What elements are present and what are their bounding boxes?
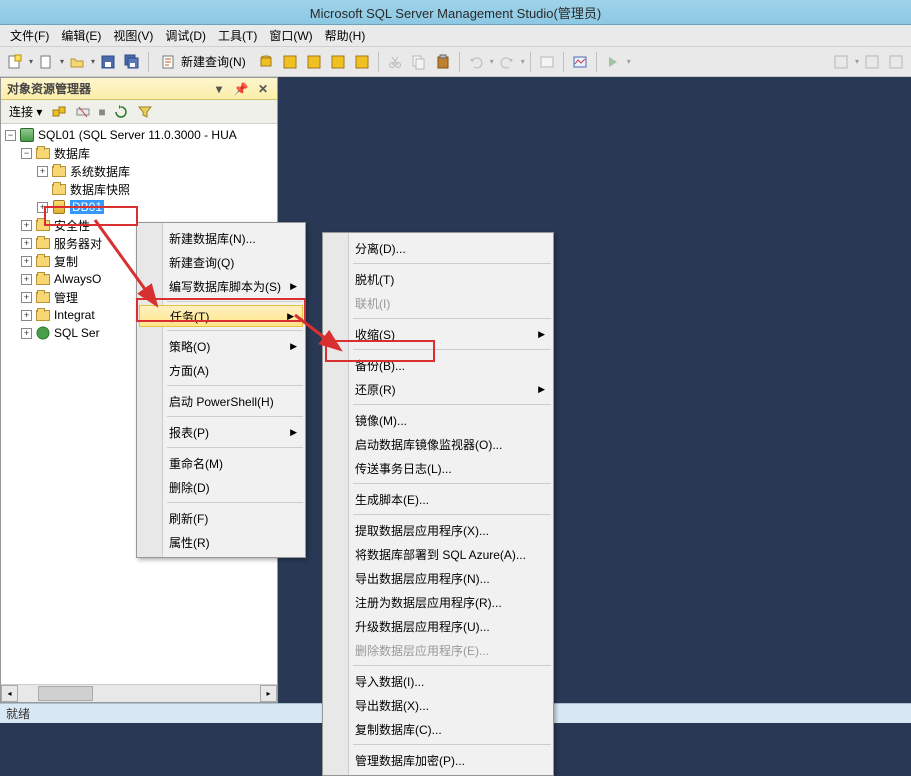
toolbar-find-icon[interactable]	[536, 51, 558, 73]
menu-tools[interactable]: 工具(T)	[212, 27, 263, 44]
toolbar-right-1-icon[interactable]	[830, 51, 852, 73]
menu-debug[interactable]: 调试(D)	[159, 27, 212, 44]
ctx-script-db-as[interactable]: 编写数据库脚本为(S)▶	[137, 274, 305, 298]
tree-sysdb-node[interactable]: +系统数据库	[1, 162, 277, 180]
menu-file[interactable]: 文件(F)	[4, 27, 55, 44]
menu-help[interactable]: 帮助(H)	[319, 27, 372, 44]
ctx-deploy-azure[interactable]: 将数据库部署到 SQL Azure(A)...	[323, 542, 553, 566]
scroll-left-icon[interactable]: ◂	[1, 685, 18, 702]
ctx-properties[interactable]: 属性(R)	[137, 530, 305, 554]
ctx-policies[interactable]: 策略(O)▶	[137, 334, 305, 358]
ctx-powershell[interactable]: 启动 PowerShell(H)	[137, 389, 305, 413]
object-explorer-title: 对象资源管理器	[7, 80, 91, 97]
ctx-mirror[interactable]: 镜像(M)...	[323, 408, 553, 432]
toolbar-start-debug-icon[interactable]	[602, 51, 624, 73]
scroll-right-icon[interactable]: ▸	[260, 685, 277, 702]
ctx-online: 联机(I)	[323, 291, 553, 315]
ctx-new-query[interactable]: 新建查询(Q)	[137, 250, 305, 274]
menu-window[interactable]: 窗口(W)	[263, 27, 318, 44]
toolbar-analysis-query-icon[interactable]	[279, 51, 301, 73]
toolbar-db-engine-query-icon[interactable]	[255, 51, 277, 73]
menu-bar: 文件(F) 编辑(E) 视图(V) 调试(D) 工具(T) 窗口(W) 帮助(H…	[0, 25, 911, 47]
tree-db01-node[interactable]: +DB01	[1, 198, 277, 216]
ctx-mirror-monitor[interactable]: 启动数据库镜像监视器(O)...	[323, 432, 553, 456]
panel-dropdown-icon[interactable]: ▾	[211, 81, 227, 97]
toolbar-xmla-query-icon[interactable]	[351, 51, 373, 73]
object-explorer-toolbar: 连接 ▾ ■	[1, 100, 277, 124]
ctx-rename[interactable]: 重命名(M)	[137, 451, 305, 475]
ctx-offline[interactable]: 脱机(T)	[323, 267, 553, 291]
toolbar-new-query-label: 新建查询(N)	[181, 53, 246, 70]
ctx-export-data[interactable]: 导出数据(X)...	[323, 693, 553, 717]
toolbar-copy-icon[interactable]	[408, 51, 430, 73]
context-menu-tasks: 分离(D)... 脱机(T) 联机(I) 收缩(S)▶ 备份(B)... 还原(…	[322, 232, 554, 776]
toolbar-save-all-icon[interactable]	[121, 51, 143, 73]
toolbar-activity-monitor-icon[interactable]	[569, 51, 591, 73]
title-bar: Microsoft SQL Server Management Studio(管…	[0, 0, 911, 25]
panel-close-icon[interactable]: ✕	[255, 81, 271, 97]
ctx-upgrade-dta[interactable]: 升级数据层应用程序(U)...	[323, 614, 553, 638]
ctx-export-dta[interactable]: 导出数据层应用程序(N)...	[323, 566, 553, 590]
ctx-ship-logs[interactable]: 传送事务日志(L)...	[323, 456, 553, 480]
connect-icon[interactable]	[48, 101, 70, 123]
tree-snapshots-node[interactable]: 数据库快照	[1, 180, 277, 198]
ctx-reports[interactable]: 报表(P)▶	[137, 420, 305, 444]
refresh-icon[interactable]	[110, 101, 132, 123]
ctx-copy-db[interactable]: 复制数据库(C)...	[323, 717, 553, 741]
menu-edit[interactable]: 编辑(E)	[55, 27, 107, 44]
toolbar-right-2-icon[interactable]	[861, 51, 883, 73]
toolbar-undo-icon[interactable]	[465, 51, 487, 73]
toolbar-new-query-button[interactable]: 新建查询(N)	[154, 51, 253, 73]
toolbar-mdx-query-icon[interactable]	[303, 51, 325, 73]
filter-icon[interactable]	[134, 101, 156, 123]
ctx-new-database[interactable]: 新建数据库(N)...	[137, 226, 305, 250]
tree-databases-node[interactable]: −数据库	[1, 144, 277, 162]
panel-hscroll[interactable]: ◂ ▸	[1, 684, 277, 702]
toolbar-new-file-icon[interactable]	[35, 51, 57, 73]
context-menu-database: 新建数据库(N)... 新建查询(Q) 编写数据库脚本为(S)▶ 任务(T)▶ …	[136, 222, 306, 558]
ctx-register-dta[interactable]: 注册为数据层应用程序(R)...	[323, 590, 553, 614]
tree-server-node[interactable]: −SQL01 (SQL Server 11.0.3000 - HUA	[1, 126, 277, 144]
ctx-import-data[interactable]: 导入数据(I)...	[323, 669, 553, 693]
toolbar-redo-icon[interactable]	[496, 51, 518, 73]
toolbar-cut-icon[interactable]	[384, 51, 406, 73]
ctx-delete[interactable]: 删除(D)	[137, 475, 305, 499]
toolbar-paste-icon[interactable]	[432, 51, 454, 73]
object-explorer-header: 对象资源管理器 ▾ 📌 ✕	[1, 78, 277, 100]
ctx-facets[interactable]: 方面(A)	[137, 358, 305, 382]
ctx-refresh[interactable]: 刷新(F)	[137, 506, 305, 530]
ctx-manage-encrypt[interactable]: 管理数据库加密(P)...	[323, 748, 553, 772]
toolbar-right-3-icon[interactable]	[885, 51, 907, 73]
ctx-extract-dta[interactable]: 提取数据层应用程序(X)...	[323, 518, 553, 542]
toolbar-save-icon[interactable]	[97, 51, 119, 73]
ctx-shrink[interactable]: 收缩(S)▶	[323, 322, 553, 346]
ctx-restore[interactable]: 还原(R)▶	[323, 377, 553, 401]
ctx-backup[interactable]: 备份(B)...	[323, 353, 553, 377]
panel-pin-icon[interactable]: 📌	[233, 81, 249, 97]
ctx-gen-scripts[interactable]: 生成脚本(E)...	[323, 487, 553, 511]
app-title: Microsoft SQL Server Management Studio(管…	[310, 3, 601, 22]
menu-view[interactable]: 视图(V)	[107, 27, 159, 44]
status-text: 就绪	[6, 705, 30, 722]
ctx-delete-dta: 删除数据层应用程序(E)...	[323, 638, 553, 662]
toolbar-open-icon[interactable]	[66, 51, 88, 73]
ctx-tasks[interactable]: 任务(T)▶	[139, 305, 303, 327]
ctx-detach[interactable]: 分离(D)...	[323, 236, 553, 260]
toolbar-dmx-query-icon[interactable]	[327, 51, 349, 73]
connect-dropdown[interactable]: 连接 ▾	[5, 103, 46, 120]
disconnect-icon[interactable]	[72, 101, 94, 123]
toolbar: ▾ ▾ ▾ 新建查询(N) ▾ ▾ ▾ ▾	[0, 47, 911, 77]
toolbar-new-project-icon[interactable]	[4, 51, 26, 73]
